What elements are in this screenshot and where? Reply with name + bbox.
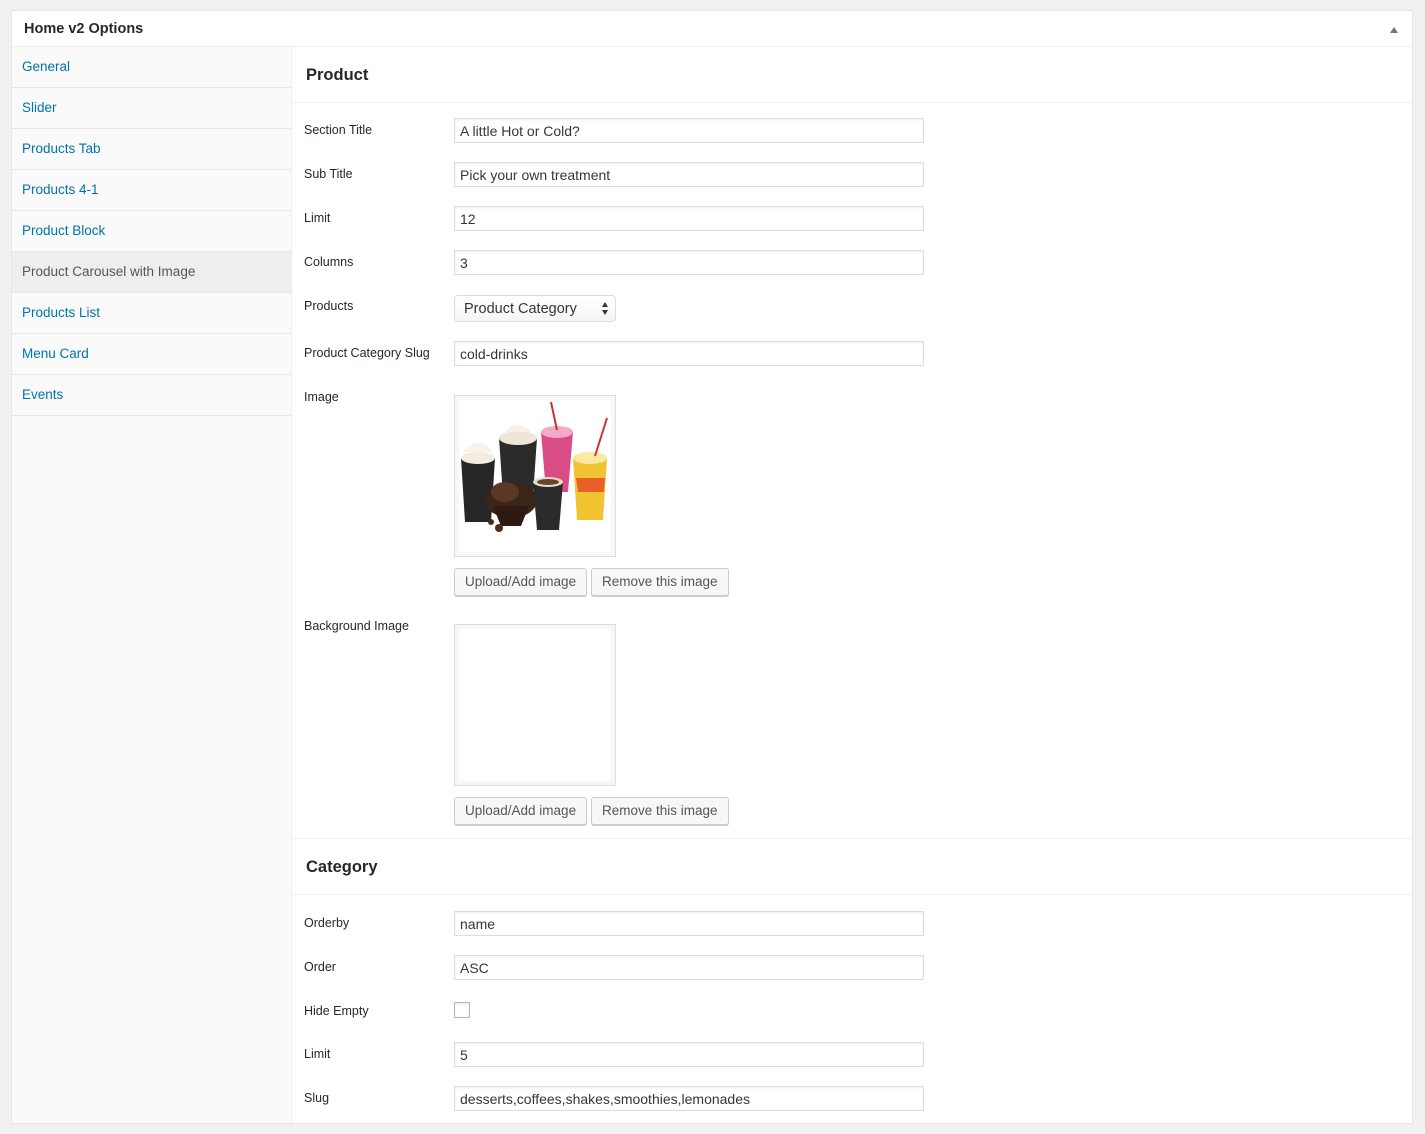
category-slug-input[interactable] (454, 341, 924, 366)
category-slug-label: Product Category Slug (304, 346, 430, 360)
sidebar-item-events[interactable]: Events (12, 375, 291, 416)
orderby-label: Orderby (304, 916, 350, 930)
background-image-label: Background Image (304, 619, 409, 633)
section-title-label: Section Title (304, 123, 373, 137)
product-heading-text: Product (306, 66, 369, 84)
background-image-remove-button[interactable]: Remove this image (591, 797, 729, 825)
image-upload-button[interactable]: Upload/Add image (454, 568, 588, 596)
select-arrows-icon (602, 302, 610, 316)
hide-empty-checkbox[interactable] (454, 1002, 470, 1018)
hide-empty-label: Hide Empty (304, 1004, 369, 1018)
category-heading-text: Category (306, 858, 378, 876)
order-label: Order (304, 960, 336, 974)
sidebar-item-products-tab[interactable]: Products Tab (12, 129, 291, 170)
sidebar-item-products-list[interactable]: Products List (12, 293, 291, 334)
image-remove-button[interactable]: Remove this image (591, 568, 729, 596)
limit-label: Limit (304, 211, 331, 225)
category-limit-input[interactable] (454, 1042, 924, 1067)
sidebar-item-product-block[interactable]: Product Block (12, 211, 291, 252)
columns-label: Columns (304, 255, 354, 269)
category-limit-label: Limit (304, 1047, 331, 1061)
sub-title-input[interactable] (454, 162, 924, 187)
sidebar-item-general[interactable]: General (12, 47, 291, 88)
products-label: Products (304, 299, 354, 313)
image-preview (454, 395, 616, 557)
slug-input[interactable] (454, 1086, 924, 1111)
order-input[interactable] (454, 955, 924, 980)
columns-input[interactable] (454, 250, 924, 275)
panel-header[interactable]: Home v2 Options (12, 11, 1412, 47)
drinks-product-photo (459, 400, 611, 552)
section-title-input[interactable] (454, 118, 924, 143)
sidebar-item-menu-card[interactable]: Menu Card (12, 334, 291, 375)
sidebar-item-slider[interactable]: Slider (12, 88, 291, 129)
sidebar-item-products-4-1[interactable]: Products 4-1 (12, 170, 291, 211)
sub-title-label: Sub Title (304, 167, 353, 181)
panel-title: Home v2 Options (24, 21, 144, 37)
orderby-input[interactable] (454, 911, 924, 936)
background-image-upload-button[interactable]: Upload/Add image (454, 797, 588, 825)
category-section-heading: Category (292, 839, 1412, 895)
options-content: Product Section Title Sub Title Limit Co… (292, 47, 1412, 1123)
products-select-value: Product Category (464, 301, 577, 317)
products-select[interactable]: Product Category (454, 295, 616, 322)
slug-label: Slug (304, 1091, 330, 1105)
image-label: Image (304, 390, 339, 404)
sidebar-item-product-carousel-with-image[interactable]: Product Carousel with Image (12, 252, 291, 293)
options-panel: Home v2 Options General Slider Products … (11, 10, 1413, 1124)
triangle-up-icon[interactable] (1390, 27, 1398, 33)
options-sidebar: General Slider Products Tab Products 4-1… (12, 47, 292, 1123)
limit-input[interactable] (454, 206, 924, 231)
background-image-preview (454, 624, 616, 786)
product-section-heading: Product (292, 47, 1412, 103)
